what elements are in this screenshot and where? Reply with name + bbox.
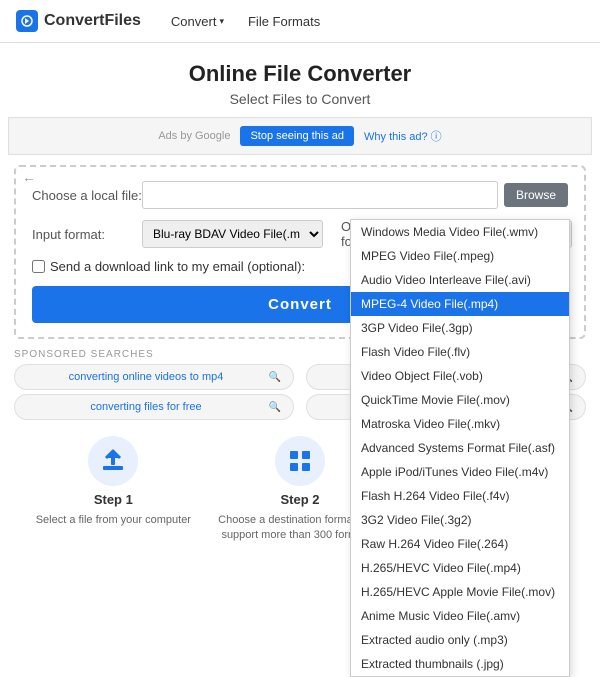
dropdown-item-mpeg[interactable]: MPEG Video File(.mpeg): [351, 244, 569, 268]
hero-section: Online File Converter Select Files to Co…: [0, 43, 600, 117]
file-path-input[interactable]: [142, 181, 498, 209]
nav-file-formats[interactable]: File Formats: [248, 14, 320, 29]
step-2-title: Step 2: [281, 492, 320, 507]
email-label: Send a download link to my email (option…: [50, 259, 305, 274]
dropdown-item-3gp[interactable]: 3GP Video File(.3gp): [351, 316, 569, 340]
nav-convert[interactable]: Convert ▾: [171, 14, 224, 29]
dropdown-item-m4v[interactable]: Apple iPod/iTunes Video File(.m4v): [351, 460, 569, 484]
why-ad-link[interactable]: Why this ad? ⓘ: [364, 128, 442, 144]
search-pill-1[interactable]: converting online videos to mp4 🔍: [14, 364, 294, 390]
grid-icon: [287, 448, 313, 474]
dropdown-item-mp3[interactable]: Extracted audio only (.mp3): [351, 628, 569, 652]
search-text-1: converting online videos to mp4: [25, 371, 267, 383]
dropdown-item-jpg[interactable]: Extracted thumbnails (.jpg): [351, 652, 569, 676]
dropdown-item-asf[interactable]: Advanced Systems Format File(.asf): [351, 436, 569, 460]
step-1-desc: Select a file from your computer: [36, 513, 191, 528]
dropdown-item-wmv[interactable]: Windows Media Video File(.wmv): [351, 220, 569, 244]
dropdown-item-flv[interactable]: Flash Video File(.flv): [351, 340, 569, 364]
dropdown-item-amv[interactable]: Anime Music Video File(.amv): [351, 604, 569, 628]
search-icon-3: 🔍: [267, 399, 283, 415]
dropdown-item-hevc-mp4[interactable]: H.265/HEVC Video File(.mp4): [351, 556, 569, 580]
logo-icon: [16, 10, 38, 32]
converter-box: ← Choose a local file: Browse Input form…: [14, 165, 586, 339]
search-pill-3[interactable]: converting files for free 🔍: [14, 394, 294, 420]
main-nav: Convert ▾ File Formats: [171, 14, 320, 29]
ad-label: Ads by Google: [158, 130, 230, 142]
dropdown-item-f4v[interactable]: Flash H.264 Video File(.f4v): [351, 484, 569, 508]
back-arrow-icon[interactable]: ←: [16, 167, 42, 187]
dropdown-item-hevc-mov[interactable]: H.265/HEVC Apple Movie File(.mov): [351, 580, 569, 604]
file-row: Choose a local file: Browse: [32, 181, 568, 209]
dropdown-item-mkv[interactable]: Matroska Video File(.mkv): [351, 412, 569, 436]
step-1-icon: [88, 436, 138, 486]
search-icon-1: 🔍: [267, 369, 283, 385]
header: ConvertFiles Convert ▾ File Formats: [0, 0, 600, 43]
upload-icon: [100, 448, 126, 474]
output-format-dropdown: Windows Media Video File(.wmv) MPEG Vide…: [350, 219, 570, 677]
file-input-group: Browse: [142, 181, 568, 209]
step-1: Step 1 Select a file from your computer: [20, 436, 207, 544]
dropdown-item-mov[interactable]: QuickTime Movie File(.mov): [351, 388, 569, 412]
step-2-icon: [275, 436, 325, 486]
dropdown-item-mp4[interactable]: MPEG-4 Video File(.mp4): [351, 292, 569, 316]
convert-chevron-icon: ▾: [219, 16, 224, 27]
browse-button[interactable]: Browse: [504, 183, 568, 207]
dropdown-item-264[interactable]: Raw H.264 Video File(.264): [351, 532, 569, 556]
local-file-label: Choose a local file:: [32, 188, 142, 203]
input-format-label: Input format:: [32, 227, 142, 242]
page-subtitle: Select Files to Convert: [0, 91, 600, 107]
logo: ConvertFiles: [16, 10, 141, 32]
stop-ad-button[interactable]: Stop seeing this ad: [240, 126, 354, 146]
dropdown-item-3g2[interactable]: 3G2 Video File(.3g2): [351, 508, 569, 532]
ad-bar: Ads by Google Stop seeing this ad Why th…: [8, 117, 592, 155]
logo-text: ConvertFiles: [44, 12, 141, 30]
dropdown-item-vob[interactable]: Video Object File(.vob): [351, 364, 569, 388]
step-1-title: Step 1: [94, 492, 133, 507]
page-title: Online File Converter: [0, 61, 600, 87]
search-text-3: converting files for free: [25, 401, 267, 413]
dropdown-item-avi[interactable]: Audio Video Interleave File(.avi): [351, 268, 569, 292]
email-checkbox[interactable]: [32, 260, 45, 273]
input-format-select[interactable]: Blu-ray BDAV Video File(.m: [142, 220, 323, 248]
